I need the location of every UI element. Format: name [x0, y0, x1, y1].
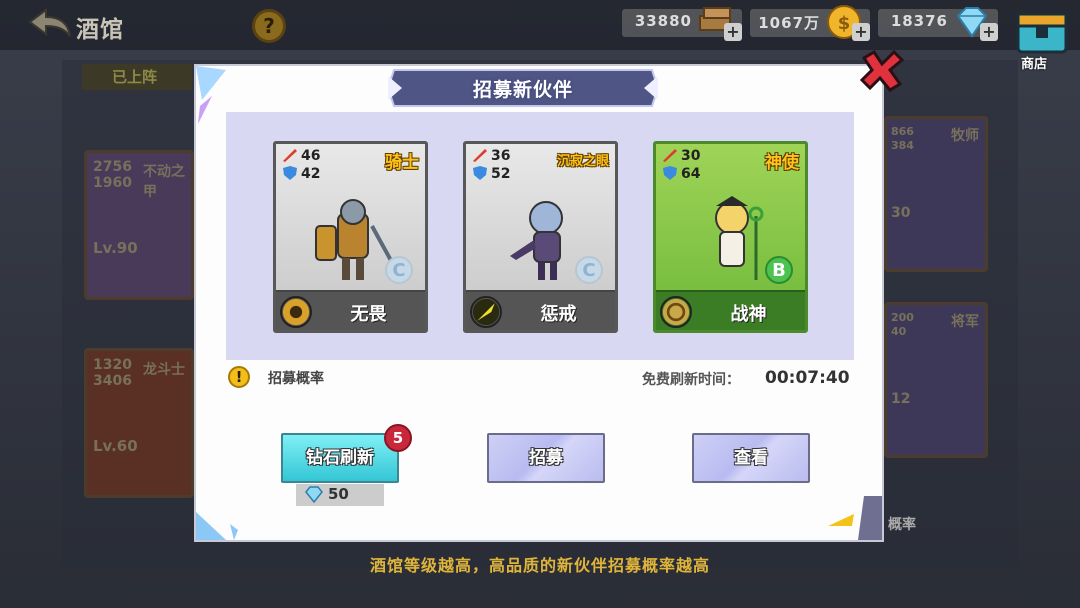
- back-arrow-icon[interactable]: [28, 8, 72, 40]
- bg-hero-def: 3406: [93, 373, 132, 389]
- add-diamond-button[interactable]: +: [980, 23, 998, 41]
- bg-hero-level: Lv.90: [93, 239, 138, 257]
- question-icon[interactable]: ?: [252, 9, 286, 43]
- skill-bar: 惩戒: [466, 290, 615, 330]
- resource-gold: 1067万 $ +: [750, 5, 870, 41]
- refresh-cost-value: 50: [328, 485, 349, 503]
- attack-value: 30: [681, 148, 701, 164]
- add-gold-button[interactable]: +: [852, 23, 870, 41]
- svg-text:$: $: [838, 13, 851, 34]
- bg-hero-card: 1320 3406 龙斗士 Lv.60: [84, 348, 194, 498]
- shop-label: 商店: [1021, 57, 1048, 72]
- sword-icon: [473, 149, 487, 162]
- bg-hero-level: 30: [891, 205, 911, 221]
- attack-value: 46: [301, 148, 321, 164]
- skill-name: 无畏: [350, 304, 387, 325]
- sword-icon: [283, 149, 297, 162]
- decor-shard-icon: [828, 496, 882, 540]
- info-icon[interactable]: !: [228, 366, 250, 388]
- wood-value: 33880: [634, 12, 692, 30]
- bg-hero-def: 384: [891, 139, 914, 152]
- refresh-count-badge: 5: [384, 424, 412, 452]
- skill-bar: 战神: [656, 290, 805, 330]
- add-wood-button[interactable]: +: [724, 23, 742, 41]
- hero-class: 骑士: [385, 153, 419, 173]
- recruit-rate-link[interactable]: 招募概率: [268, 368, 324, 388]
- bg-hero-card: 866 384 牧师 30: [884, 116, 988, 272]
- defense-stat: 52: [472, 166, 510, 182]
- sword-icon: [663, 149, 677, 162]
- attack-value: 36: [491, 148, 511, 164]
- close-x-icon[interactable]: [858, 48, 906, 92]
- diamond-refresh-button[interactable]: 钻石刷新: [281, 433, 399, 483]
- bg-hero-name: 龙斗士: [143, 362, 185, 378]
- bg-hero-def: 40: [891, 325, 907, 338]
- bg-hero-def: 1960: [93, 175, 132, 191]
- dialog-title: 招募新伙伴: [472, 79, 573, 101]
- free-refresh-label: 免费刷新时间：: [642, 372, 740, 388]
- attack-stat: 36: [472, 148, 510, 164]
- shield-icon: [663, 166, 677, 180]
- hero-class: 神使: [765, 153, 799, 173]
- shield-icon: [283, 166, 297, 180]
- grade-badge: C: [385, 256, 413, 284]
- tab-deployed[interactable]: 已上阵: [82, 64, 192, 90]
- bg-hero-atk: 866: [891, 125, 914, 138]
- punish-skill-icon: [470, 296, 502, 328]
- hero-card-knight[interactable]: 46 42 骑士 C 无畏: [273, 141, 428, 333]
- grade-badge: C: [575, 256, 603, 284]
- defense-stat: 64: [662, 166, 700, 182]
- defense-value: 42: [301, 166, 321, 182]
- hero-class: 沉寂之眼: [556, 154, 609, 169]
- skill-name: 战神: [730, 304, 767, 325]
- diamond-icon: [305, 486, 323, 503]
- hero-card-envoy[interactable]: 30 64 神使 B 战神: [653, 141, 808, 333]
- bg-hero-atk: 1320: [93, 357, 132, 373]
- page-title: 酒馆: [76, 17, 124, 43]
- bg-hero-atk: 2756: [93, 159, 132, 175]
- skill-bar: 无畏: [276, 290, 425, 330]
- hero-card-silent-eye[interactable]: 36 52 沉寂之眼 C 惩戒: [463, 141, 618, 333]
- attack-stat: 30: [662, 148, 700, 164]
- skill-name: 惩戒: [540, 304, 577, 325]
- wargod-skill-icon: [660, 296, 692, 328]
- decor-shard-icon: [196, 512, 238, 540]
- grade-badge: B: [765, 256, 793, 284]
- resource-wood: 33880 +: [622, 7, 742, 41]
- defense-value: 64: [681, 166, 701, 182]
- defense-stat: 42: [282, 166, 320, 182]
- bg-partial-text: 概率: [888, 517, 916, 533]
- view-button[interactable]: 查看: [692, 433, 810, 483]
- attack-stat: 46: [282, 148, 320, 164]
- free-refresh-timer: 00:07:40: [765, 368, 850, 388]
- bg-hero-level: 12: [891, 391, 911, 407]
- resource-diamond: 18376 +: [878, 7, 998, 41]
- gold-value: 1067万: [758, 14, 820, 32]
- bg-hero-name: 将军: [951, 314, 979, 330]
- shield-icon: [473, 166, 487, 180]
- bg-hero-atk: 200: [891, 311, 914, 324]
- bg-hero-level: Lv.60: [93, 437, 138, 455]
- bg-hero-name: 不动之甲: [143, 164, 185, 200]
- bottom-tip: 酒馆等级越高，高品质的新伙伴招募概率越高: [369, 556, 710, 575]
- bg-hero-card: 200 40 将军 12: [884, 302, 988, 458]
- bg-hero-card: 2756 1960 不动之甲 Lv.90: [84, 150, 194, 300]
- recruit-button[interactable]: 招募: [487, 433, 605, 483]
- bg-hero-name: 牧师: [951, 128, 979, 144]
- fearless-skill-icon: [280, 296, 312, 328]
- defense-value: 52: [491, 166, 511, 182]
- diamond-value: 18376: [890, 12, 948, 30]
